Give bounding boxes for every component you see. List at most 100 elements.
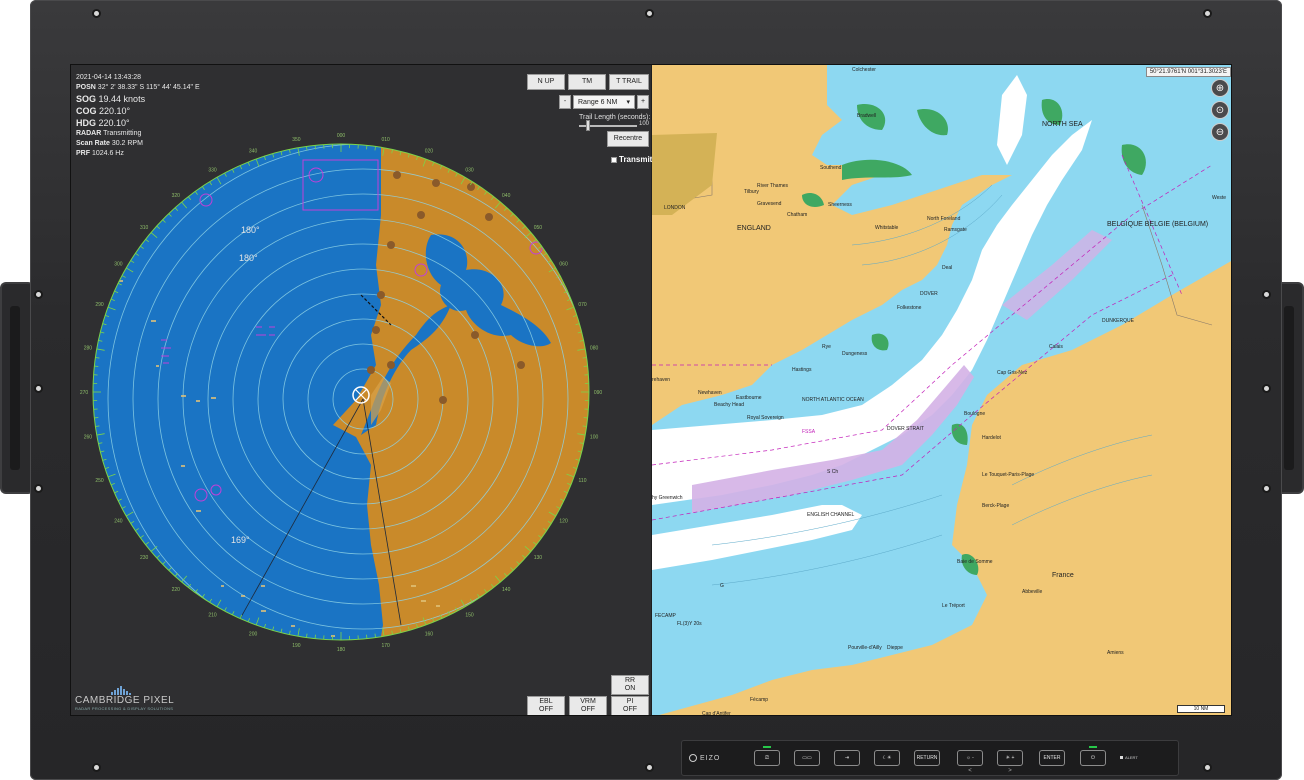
compass-tick — [306, 146, 308, 151]
chart-label-hastings: Hastings — [792, 367, 812, 373]
chart-label-england: ENGLAND — [737, 225, 771, 232]
trail-length-slider-handle[interactable] — [585, 120, 590, 131]
compass-tick — [95, 425, 100, 427]
rr-toggle-button[interactable]: RR ON — [611, 675, 649, 695]
compass-label: 050 — [534, 225, 543, 231]
chart-label-calais: Calais — [1049, 344, 1063, 350]
compass-label: 340 — [249, 148, 258, 154]
range-increase-button[interactable]: + — [637, 95, 649, 109]
pip-button[interactable]: ▭▭ — [794, 750, 820, 766]
zoom-out-icon[interactable]: ⊖ — [1211, 123, 1229, 141]
chart-label-colchester: Colchester — [852, 67, 876, 73]
chart-label-folkestone: Folkestone — [897, 305, 922, 311]
chart-label-north-foreland: North Foreland — [927, 216, 961, 222]
logo-name: CAMBRIDGE PIXEL — [75, 695, 175, 706]
compass-label: 240 — [114, 519, 123, 525]
vrm-toggle-button[interactable]: VRM OFF — [569, 696, 607, 715]
scan-rate-label: Scan Rate — [76, 140, 110, 147]
compass-label: 320 — [172, 193, 181, 199]
signal-button[interactable]: ⇥ — [834, 750, 860, 766]
rr-label: RR — [624, 677, 636, 684]
bearing-label-3: 169° — [231, 535, 250, 545]
compass-label: 250 — [95, 478, 104, 484]
chart-label-dieppe: Dieppe — [887, 645, 903, 651]
day-night-icon: ☾☀ — [882, 755, 892, 761]
monitor-control-strip: EIZO ⎚ ▭▭ ⇥ ☾☀ RETURN ☼ - < ☀ + > ENTER ⏻ … — [681, 740, 1179, 776]
power-button[interactable]: ⏻ — [1080, 746, 1106, 766]
compass-label: 310 — [140, 225, 149, 231]
logo-bars-icon — [111, 685, 174, 695]
compass-label: 140 — [502, 587, 511, 593]
timestamp: 2021-04-14 13:43:28 — [76, 74, 141, 81]
range-decrease-button[interactable]: - — [559, 95, 571, 109]
left-arrow-label: < — [968, 768, 972, 774]
screw — [34, 384, 43, 393]
ebl-label: EBL — [539, 698, 553, 705]
cambridge-pixel-logo: CAMBRIDGE PIXEL RADAR PROCESSING & DISPL… — [75, 685, 174, 711]
chart-label-greenwich: hy Greenwich — [652, 495, 683, 501]
pi-label: PI — [626, 698, 634, 705]
nautical-chart[interactable] — [652, 65, 1232, 716]
chart-label-newhaven: Newhaven — [698, 390, 722, 396]
compass-label: 020 — [425, 148, 434, 154]
input-select-button[interactable]: ⎚ — [754, 746, 780, 766]
chart-label-tilbury: Tilbury — [744, 189, 759, 195]
recentre-button[interactable]: Recentre — [607, 131, 649, 147]
range-select[interactable]: Range 6 NM ▾ — [573, 95, 635, 109]
screw — [1262, 290, 1271, 299]
eizo-mark-icon — [689, 754, 697, 762]
cog-label: COG — [76, 106, 97, 116]
alert-label: ALERT — [1125, 755, 1138, 760]
chart-label-dover: DOVER — [920, 291, 938, 297]
screw — [1203, 9, 1212, 18]
hdg-label: HDG — [76, 118, 96, 128]
pip-icon: ▭▭ — [802, 755, 812, 761]
chart-label-bradwell: Bradwell — [857, 113, 877, 119]
display-screen: 000 010 020 030 040 050 060 070 080 090 100 110 120 1… — [70, 64, 1232, 716]
screw — [645, 9, 654, 18]
trail-length-max: 100 — [639, 121, 650, 127]
enter-label: ENTER — [1043, 755, 1061, 761]
logo-tagline: RADAR PROCESSING & DISPLAY SOLUTIONS — [75, 706, 174, 711]
compass-label: 180 — [337, 647, 346, 653]
screw — [1262, 384, 1271, 393]
compass-label: 040 — [502, 193, 511, 199]
checkbox-icon — [611, 156, 617, 163]
hdg-value: 220.10° — [98, 118, 130, 128]
t-trail-button[interactable]: T TRAIL — [609, 74, 649, 90]
right-arrow-label: > — [1008, 768, 1012, 774]
radar-ppi[interactable]: 000 010 020 030 040 050 060 070 080 090 100 110 120 1… — [71, 65, 651, 716]
screw — [645, 763, 654, 772]
zoom-in-icon[interactable]: ⊕ — [1211, 79, 1229, 97]
radar-status-value: Transmitting — [103, 130, 142, 137]
chart-label-gravesend: Gravesend — [757, 201, 782, 207]
ebl-toggle-button[interactable]: EBL OFF — [527, 696, 565, 715]
chart-label-whitstable: Whitstable — [875, 225, 899, 231]
n-up-button[interactable]: N UP — [527, 74, 565, 90]
compass-label: 230 — [140, 555, 149, 561]
brightness-up-button[interactable]: ☀ + > — [997, 750, 1023, 774]
compass-label: 210 — [208, 613, 217, 619]
chart-label-dover-strait: DOVER STRAIT — [887, 426, 924, 432]
return-button[interactable]: RETURN — [914, 750, 940, 766]
screw — [34, 290, 43, 299]
compass-tick — [374, 633, 376, 638]
rr-state: ON — [624, 685, 636, 692]
compass-label: 300 — [114, 262, 123, 268]
electronic-chart-pane[interactable]: 50°21.9761'N 001°31.3023'E ⊕ ⊙ ⊖ 10 NM C… — [652, 65, 1232, 716]
chart-label-london: LONDON — [664, 205, 686, 211]
tm-button[interactable]: TM — [568, 74, 606, 90]
nav-readout: 2021-04-14 13:43:28 POSN 32° 2' 38.33" S… — [76, 73, 200, 159]
radar-pane: 000 010 020 030 040 050 060 070 080 090 100 110 120 1… — [71, 65, 652, 716]
pi-toggle-button[interactable]: PI OFF — [611, 696, 649, 715]
enter-button[interactable]: ENTER — [1039, 750, 1065, 766]
brightness-down-button[interactable]: ☼ - < — [957, 750, 983, 774]
chart-label-cap-antifer: Cap d'Antifer — [702, 711, 731, 716]
zoom-search-icon[interactable]: ⊙ — [1211, 101, 1229, 119]
transmit-checkbox[interactable]: Transmit — [611, 155, 652, 164]
input-icon: ⎚ — [764, 755, 769, 761]
compass-tick — [306, 633, 308, 638]
range-select-value: Range 6 NM — [578, 98, 618, 106]
day-night-button[interactable]: ☾☀ — [874, 750, 900, 766]
chart-label-baie-somme: Baie de Somme — [957, 559, 993, 565]
